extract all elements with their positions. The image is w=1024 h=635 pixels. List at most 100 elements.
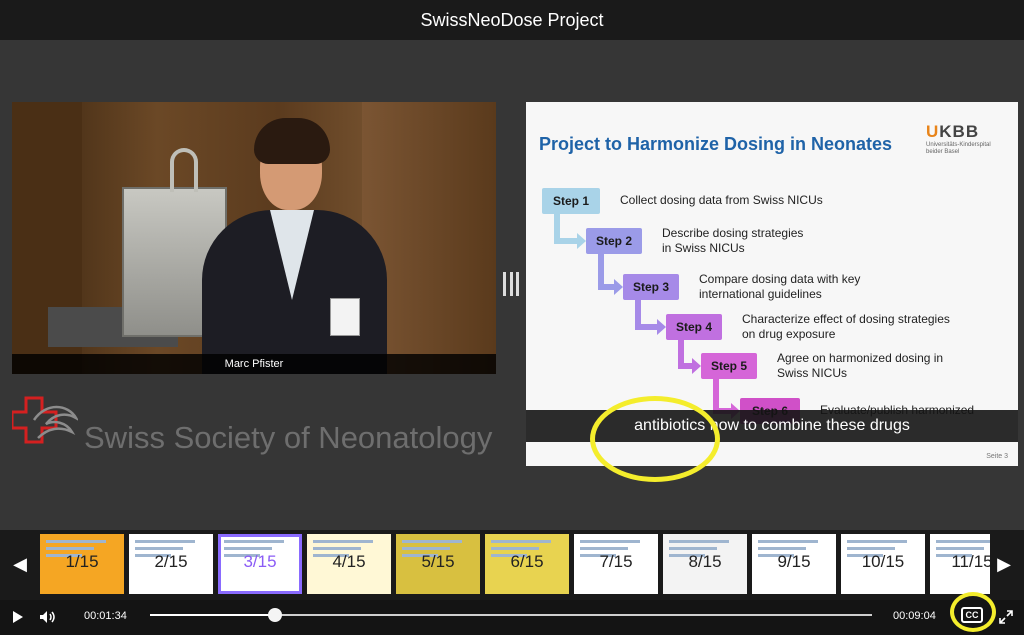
step-description: Characterize effect of dosing strategies… <box>742 312 950 341</box>
step-description: Collect dosing data from Swiss NICUs <box>620 193 823 207</box>
step-description: Compare dosing data with key internation… <box>699 272 861 301</box>
slide-thumbnail[interactable]: 11/15 <box>930 534 990 594</box>
thumbnail-label: 2/15 <box>154 552 188 571</box>
panel-resize-handle[interactable] <box>503 272 519 300</box>
thumbnail-list: 1/15 2/15 3/15 4/15 5/15 6/15 7/15 8/15 9/15 10/1… <box>40 534 990 596</box>
play-icon[interactable] <box>6 605 30 629</box>
total-time: 00:09:04 <box>893 610 936 622</box>
step-box: Step 5 <box>701 353 757 379</box>
connector-line <box>713 379 719 408</box>
ukbb-sub-line-1: Universitäts-Kinderspital <box>926 142 991 148</box>
arrow-head-icon <box>614 279 623 295</box>
thumbnail-text-line <box>224 540 284 543</box>
slide-thumbnail[interactable]: 5/15 <box>396 534 480 594</box>
thumbnail-label: 4/15 <box>332 552 366 571</box>
slide-thumbnail[interactable]: 9/15 <box>752 534 836 594</box>
slide-filmstrip: ◀ 1/15 2/15 3/15 4/15 5/15 6/15 7/15 8/15 9/15 10… <box>0 530 1024 600</box>
speaker-name: Marc Pfister <box>224 358 284 370</box>
grip-line <box>503 272 506 296</box>
step-box: Step 1 <box>542 188 600 214</box>
slide-thumbnail[interactable]: 8/15 <box>663 534 747 594</box>
slide-thumbnail[interactable]: 4/15 <box>307 534 391 594</box>
thumbnail-label: 11/15 <box>951 552 990 571</box>
thumbnail-text-line <box>491 547 539 550</box>
slide-thumbnail[interactable]: 2/15 <box>129 534 213 594</box>
ukbb-logo: UKBB Universitäts-Kinderspital beider Ba… <box>926 122 998 156</box>
thumbnail-label: 5/15 <box>421 552 455 571</box>
playback-controls: 00:01:34 00:09:04 CC <box>0 600 1024 635</box>
slide-thumbnail[interactable]: 1/15 <box>40 534 124 594</box>
slide-thumbnail[interactable]: 10/15 <box>841 534 925 594</box>
thumbnail-text-line <box>135 540 195 543</box>
grip-line <box>516 272 519 296</box>
presentation-player: SwissNeoDose Project Marc Pfister Swiss … <box>0 0 1024 635</box>
progress-bar[interactable] <box>150 608 872 622</box>
thumbnail-text-line <box>936 547 984 550</box>
step-description: Agree on harmonized dosing in Swiss NICU… <box>777 351 944 380</box>
page-title: SwissNeoDose Project <box>420 9 604 30</box>
subtitle-overlay: antibiotics how to combine these drugs <box>526 410 1018 442</box>
thumbnail-label: 6/15 <box>510 552 544 571</box>
ukbb-logo-u: U <box>926 122 940 141</box>
progress-fill <box>150 614 275 616</box>
thumbnail-text-line <box>758 540 818 543</box>
thumbnail-label: 8/15 <box>688 552 722 571</box>
step-description: Describe dosing strategies in Swiss NICU… <box>662 226 804 255</box>
arrow-head-icon <box>657 319 666 335</box>
speaker-caption: Marc Pfister <box>12 354 496 374</box>
thumbnail-text-line <box>46 540 106 543</box>
arrow-right-icon[interactable]: ▶ <box>994 554 1014 574</box>
ukbb-sub-line-2: beider Basel <box>926 149 960 155</box>
thumbnail-label: 3/15 <box>243 552 277 571</box>
connector-line <box>598 284 615 290</box>
step-box: Step 4 <box>666 314 722 340</box>
connector-line <box>598 254 604 284</box>
slide-title: Project to Harmonize Dosing in Neonates <box>539 134 893 154</box>
thumbnail-text-line <box>313 540 373 543</box>
thumbnail-text-line <box>402 547 450 550</box>
ukbb-logo-subtitle: Universitäts-Kinderspital beider Basel <box>926 142 998 156</box>
society-logo: Swiss Society of Neonatology <box>12 392 502 464</box>
slide-thumbnail[interactable]: 6/15 <box>485 534 569 594</box>
connector-line <box>635 324 658 330</box>
connector-line <box>554 214 560 238</box>
step-box: Step 3 <box>623 274 679 300</box>
fullscreen-icon[interactable] <box>994 605 1018 629</box>
connector-line <box>678 340 684 363</box>
slide-thumbnail[interactable]: 7/15 <box>574 534 658 594</box>
arrow-left-icon[interactable]: ◀ <box>10 554 30 574</box>
connector-line <box>635 300 641 324</box>
thumbnail-text-line <box>758 547 806 550</box>
slide-view[interactable]: Project to Harmonize Dosing in Neonates … <box>526 102 1018 466</box>
arrow-head-icon <box>692 358 701 374</box>
thumbnail-text-line <box>402 540 462 543</box>
thumbnail-text-line <box>669 540 729 543</box>
thumbnail-text-line <box>491 540 551 543</box>
step-box: Step 2 <box>586 228 642 254</box>
cc-icon[interactable]: CC <box>961 607 983 623</box>
thumbnail-text-line <box>580 540 640 543</box>
slide-thumbnail[interactable]: 3/15 <box>218 534 302 594</box>
slide-number: Seite 3 <box>986 453 1008 460</box>
thumbnail-text-line <box>669 547 717 550</box>
thumbnail-text-line <box>847 540 907 543</box>
subtitle-text: antibiotics how to combine these drugs <box>634 417 910 434</box>
thumbnail-label: 7/15 <box>599 552 633 571</box>
connector-line <box>554 238 578 244</box>
connector-line <box>678 363 693 369</box>
thumbnail-text-line <box>46 547 94 550</box>
progress-handle[interactable] <box>267 608 282 622</box>
thumbnail-label: 1/15 <box>65 552 99 571</box>
thumbnail-text-line <box>135 547 183 550</box>
thumbnail-text-line <box>580 547 628 550</box>
thumbnail-text-line <box>313 547 361 550</box>
thumbnail-text-line <box>224 547 272 550</box>
sink-tap <box>170 148 198 192</box>
speaker-video[interactable]: Marc Pfister <box>12 102 496 374</box>
arrow-head-icon <box>577 233 586 249</box>
cc-label: CC <box>965 610 979 620</box>
volume-icon[interactable] <box>36 605 60 629</box>
thumbnail-text-line <box>847 547 895 550</box>
ukbb-logo-name: UKBB <box>926 122 998 142</box>
swiss-cross-logo-icon <box>12 396 78 444</box>
